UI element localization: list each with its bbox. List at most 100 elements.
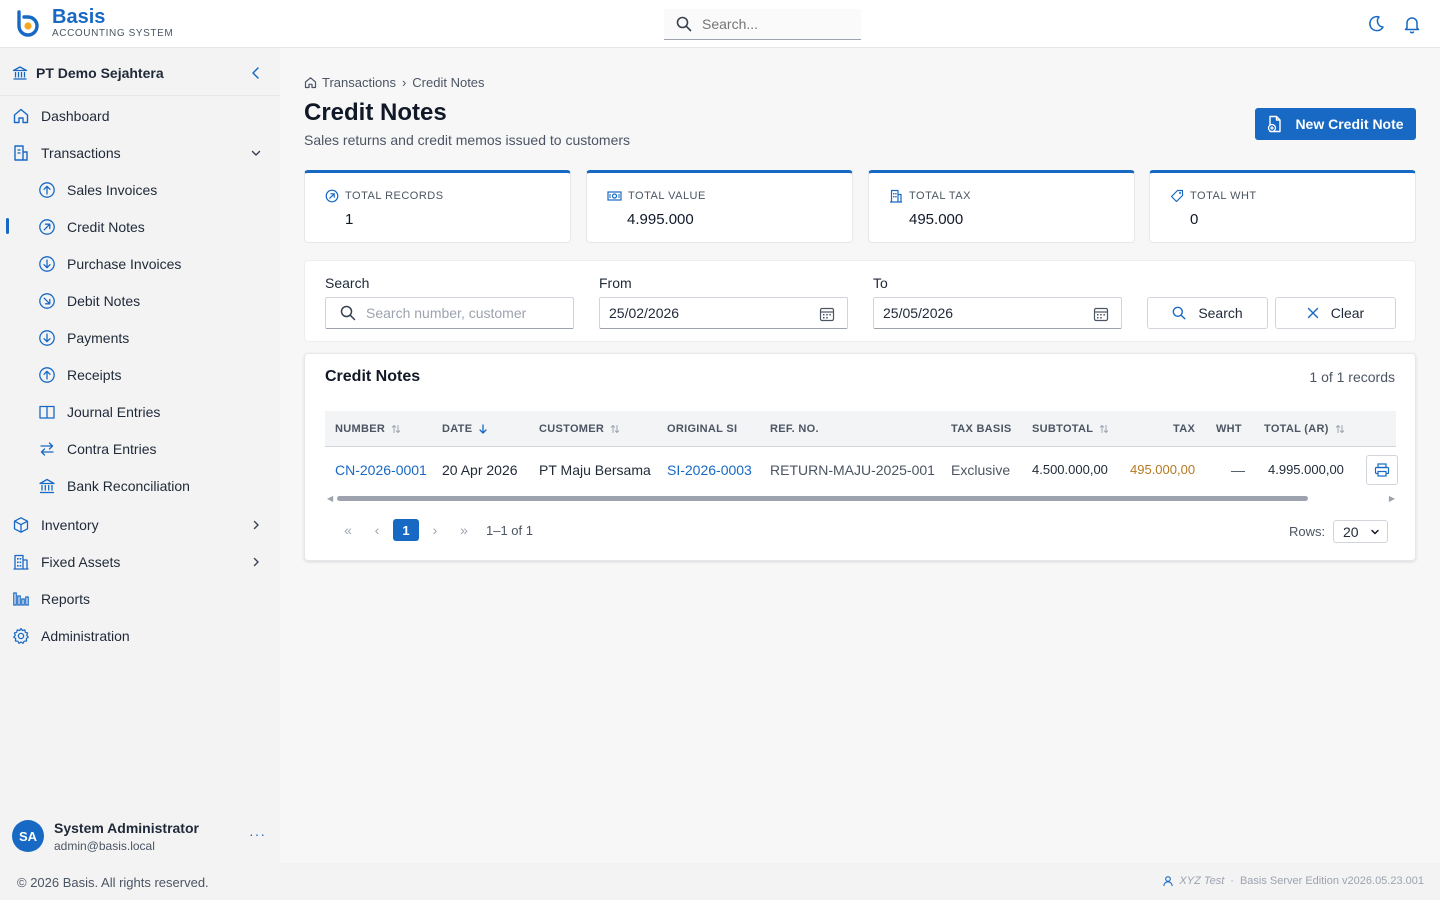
stat-label-text: TOTAL TAX	[909, 190, 971, 202]
global-search-input[interactable]	[702, 16, 852, 32]
from-date-field[interactable]: 25/02/2026	[599, 297, 848, 329]
sidebar-item-bank-reconciliation[interactable]: Bank Reconciliation	[0, 467, 280, 504]
search-button-label: Search	[1198, 305, 1243, 321]
chevron-right-icon	[253, 520, 259, 529]
stat-label: TOTAL WHT	[1170, 189, 1257, 203]
money-icon	[607, 191, 622, 201]
column-header-label: SUBTOTAL	[1032, 423, 1094, 435]
credit-notes-table-card: Credit Notes 1 of 1 records NUMBER DATE …	[304, 353, 1416, 561]
search-placeholder: Search number, customer	[366, 305, 527, 321]
document-icon	[14, 144, 28, 161]
rows-per-page-value: 20	[1343, 523, 1359, 540]
next-page-button[interactable]: ›	[422, 519, 448, 541]
close-icon	[1307, 307, 1318, 319]
cell-number[interactable]: CN-2026-0001	[335, 462, 427, 478]
sort-icon	[610, 425, 620, 433]
home-icon	[13, 108, 29, 123]
breadcrumb-current: Credit Notes	[412, 75, 485, 90]
clear-button[interactable]: Clear	[1275, 297, 1396, 329]
scroll-left-icon[interactable]: ◀	[327, 494, 333, 503]
sidebar-item-fixed-assets[interactable]: Fixed Assets	[0, 543, 280, 580]
scroll-thumb[interactable]	[337, 496, 1308, 501]
sidebar-item-credit-notes[interactable]: Credit Notes	[0, 208, 280, 245]
printer-icon	[1374, 463, 1390, 477]
user-menu-button[interactable]: ···	[249, 826, 266, 842]
rows-per-page-select[interactable]: 20	[1333, 520, 1388, 543]
cell-original-si[interactable]: SI-2026-0003	[667, 462, 752, 478]
version-info: Basis Server Edition v2026.05.23.001	[1239, 875, 1424, 887]
sidebar-item-contra-entries[interactable]: Contra Entries	[0, 430, 280, 467]
bell-icon[interactable]	[1402, 14, 1422, 34]
building-icon	[890, 189, 902, 203]
home-icon[interactable]	[304, 76, 317, 89]
calendar-icon[interactable]	[819, 306, 835, 322]
sidebar-item-debit-notes[interactable]: Debit Notes	[0, 282, 280, 319]
bank-icon	[39, 478, 55, 493]
search-button[interactable]: Search	[1147, 297, 1268, 329]
bar-chart-icon	[13, 591, 29, 606]
column-header-customer[interactable]: CUSTOMER	[539, 423, 620, 435]
sidebar-item-receipts[interactable]: Receipts	[0, 356, 280, 393]
sidebar-item-inventory[interactable]: Inventory	[0, 506, 280, 543]
column-header-label: WHT	[1216, 423, 1242, 435]
to-date-field[interactable]: 25/05/2026	[873, 297, 1122, 329]
sidebar-item-purchase-invoices[interactable]: Purchase Invoices	[0, 245, 280, 282]
column-header-ref-no: REF. NO.	[770, 423, 819, 435]
table-row[interactable]: CN-2026-0001 20 Apr 2026 PT Maju Bersama…	[325, 447, 1398, 493]
clear-button-label: Clear	[1330, 305, 1365, 321]
calendar-icon[interactable]	[1093, 306, 1109, 322]
collapse-sidebar-icon[interactable]	[250, 66, 262, 80]
cell-tax: 495.000,00	[1130, 462, 1196, 477]
page-1-button[interactable]: 1	[393, 519, 419, 541]
company-switcher[interactable]: PT Demo Sejahtera	[12, 62, 268, 84]
sidebar-item-sales-invoices[interactable]: Sales Invoices	[0, 171, 280, 208]
sidebar-item-reports[interactable]: Reports	[0, 580, 280, 617]
sidebar: PT Demo Sejahtera Dashboard Transactions…	[0, 48, 280, 863]
footer-separator: ·	[1230, 875, 1234, 887]
scroll-right-icon[interactable]: ▶	[1389, 494, 1395, 503]
pagination: « ‹ 1 › » 1–1 of 1	[335, 519, 533, 541]
stat-label-text: TOTAL RECORDS	[345, 190, 444, 202]
last-page-button[interactable]: »	[451, 519, 477, 541]
user-profile[interactable]: SA System Administrator admin@basis.loca…	[0, 808, 280, 863]
tag-icon	[1170, 189, 1184, 203]
first-page-button[interactable]: «	[335, 519, 361, 541]
column-header-number[interactable]: NUMBER	[335, 423, 401, 435]
cell-date: 20 Apr 2026	[442, 462, 518, 478]
horizontal-scrollbar[interactable]: ◀ ▶	[327, 494, 1395, 503]
column-header-label: ORIGINAL SI	[667, 423, 738, 435]
arrow-down-circle-icon	[39, 329, 55, 346]
stat-card-total-value: TOTAL VALUE 4.995.000	[586, 170, 853, 243]
breadcrumb-parent[interactable]: Transactions	[322, 75, 396, 90]
sidebar-item-journal-entries[interactable]: Journal Entries	[0, 393, 280, 430]
column-header-total-ar[interactable]: TOTAL (AR)	[1264, 423, 1345, 435]
sidebar-item-label: Sales Invoices	[67, 181, 158, 198]
page-subtitle: Sales returns and credit memos issued to…	[304, 132, 631, 148]
sidebar-item-label: Credit Notes	[67, 218, 145, 235]
arrow-up-circle-icon	[39, 181, 55, 198]
sidebar-item-transactions[interactable]: Transactions	[0, 134, 280, 171]
sidebar-item-label: Transactions	[41, 144, 121, 161]
global-search[interactable]	[664, 9, 861, 40]
sidebar-item-label: Dashboard	[41, 107, 110, 124]
chevron-right-icon	[253, 557, 259, 566]
pagination-info: 1–1 of 1	[486, 522, 533, 538]
sidebar-item-payments[interactable]: Payments	[0, 319, 280, 356]
column-header-date[interactable]: DATE	[442, 423, 488, 435]
cell-wht: —	[1231, 462, 1245, 478]
column-header-tax-basis: TAX BASIS	[951, 423, 1012, 435]
print-button[interactable]	[1366, 455, 1398, 485]
sidebar-item-administration[interactable]: Administration	[0, 617, 280, 654]
moon-icon[interactable]	[1366, 14, 1386, 34]
from-label: From	[599, 275, 632, 291]
sort-descending-icon	[479, 424, 487, 434]
column-header-subtotal[interactable]: SUBTOTAL	[1032, 423, 1109, 435]
sidebar-item-dashboard[interactable]: Dashboard	[0, 97, 280, 134]
new-credit-note-button[interactable]: New Credit Note	[1255, 108, 1416, 140]
tenant-name: XYZ Test	[1179, 875, 1225, 887]
cell-ref-no: RETURN-MAJU-2025-001	[770, 462, 935, 478]
prev-page-button[interactable]: ‹	[364, 519, 390, 541]
search-input[interactable]: Search number, customer	[325, 297, 574, 329]
search-icon	[340, 305, 356, 321]
brand[interactable]: Basis ACCOUNTING SYSTEM	[14, 6, 173, 40]
